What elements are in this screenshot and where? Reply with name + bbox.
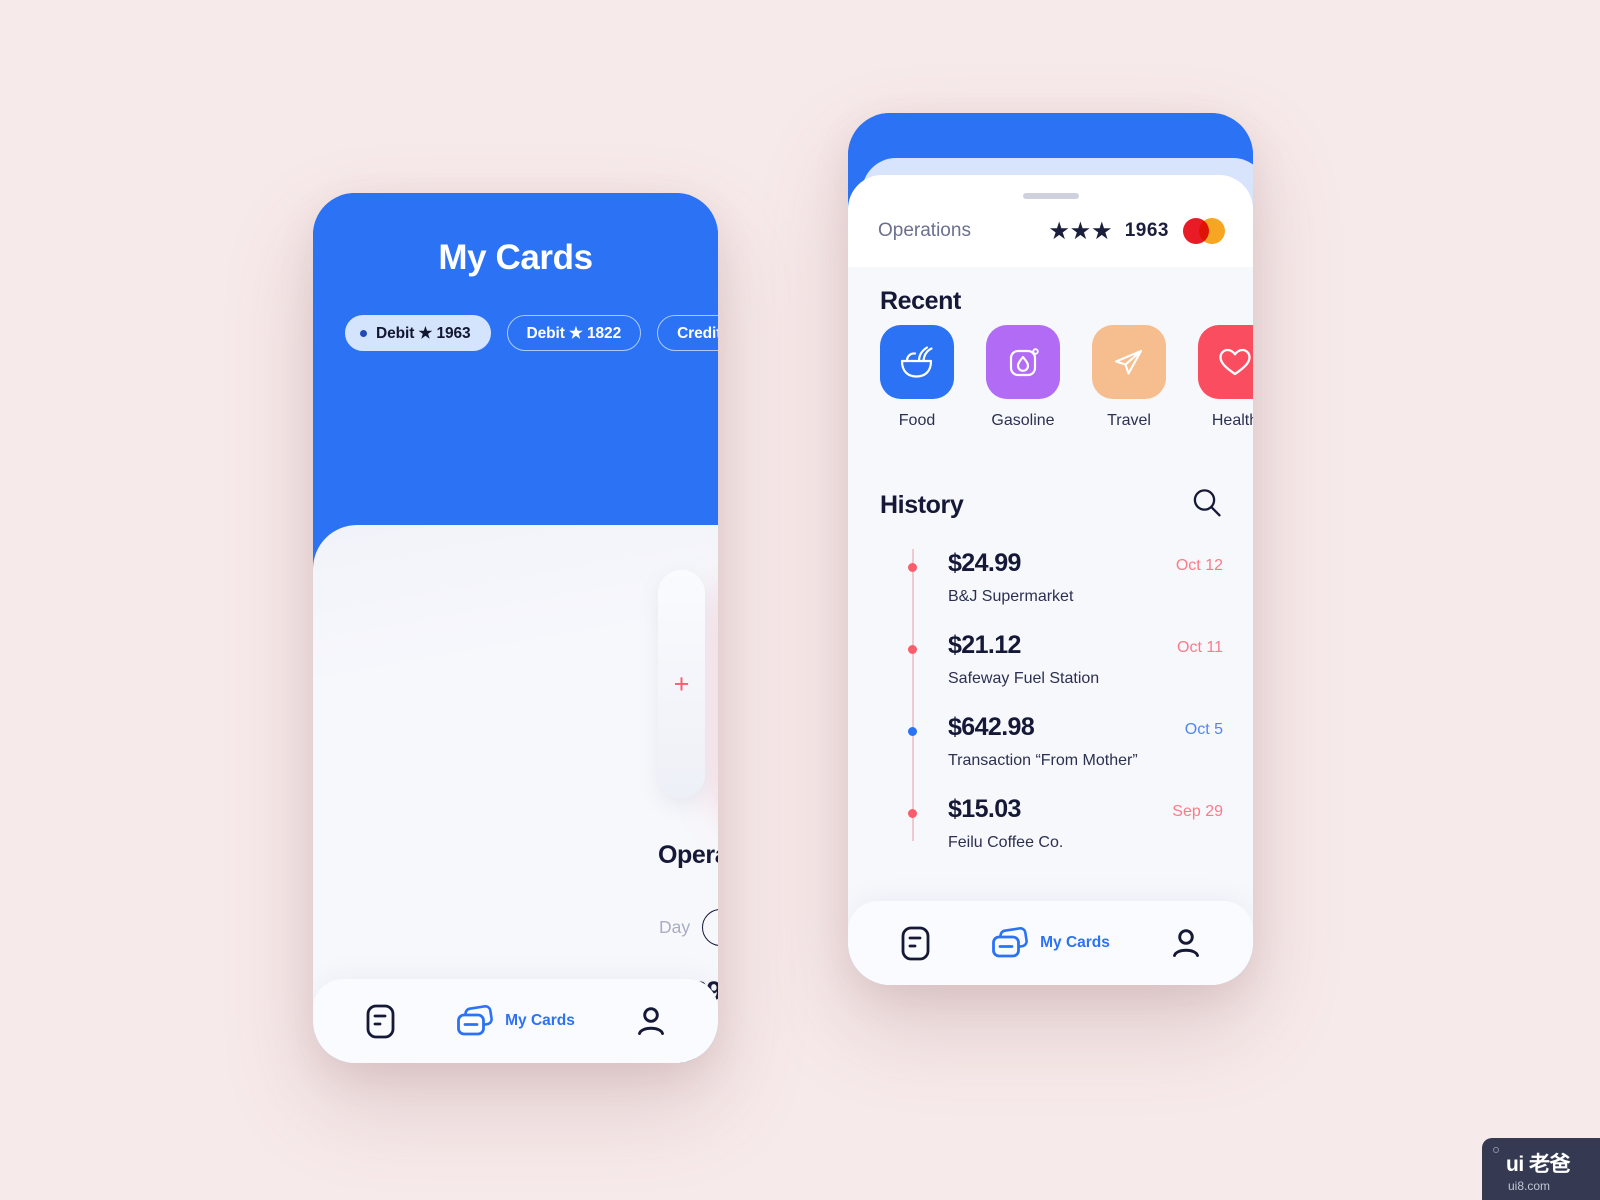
add-card-button[interactable]: + bbox=[658, 570, 705, 798]
card-tab-credit-2[interactable]: Credit ★ 2 bbox=[657, 315, 718, 351]
timeline-rail bbox=[912, 713, 914, 795]
category-gasoline[interactable]: Gasoline bbox=[986, 325, 1060, 430]
tab-my-cards-label: My Cards bbox=[505, 1012, 575, 1029]
category-label: Travel bbox=[1107, 412, 1151, 429]
timeline-rail bbox=[912, 795, 914, 841]
paper-plane-icon bbox=[1114, 349, 1143, 375]
history-title: History bbox=[880, 491, 964, 519]
card-tab-label: Debit ★ 1822 bbox=[526, 324, 622, 342]
operations-body: Recent Food Gasoline Travel Healt Histor… bbox=[848, 267, 1253, 985]
phone-screen-operations: Operations ★★★ 1963 Recent Food Gasoline… bbox=[848, 113, 1253, 985]
tab-statement[interactable] bbox=[313, 1003, 448, 1040]
category-tile bbox=[986, 325, 1060, 399]
category-travel[interactable]: Travel bbox=[1092, 325, 1166, 430]
history-row[interactable]: $15.03 Feilu Coffee Co. Sep 29 bbox=[880, 795, 1229, 877]
timeline-bullet-icon bbox=[908, 809, 917, 818]
plus-icon: + bbox=[673, 669, 690, 699]
transaction-date: Oct 5 bbox=[1184, 721, 1223, 738]
noodle-bowl-icon bbox=[900, 346, 933, 378]
tab-my-cards-label: My Cards bbox=[1040, 934, 1110, 951]
category-tile bbox=[1198, 325, 1253, 399]
operations-title: Operations bbox=[878, 220, 971, 241]
operations-header: Operations See Details bbox=[658, 841, 718, 870]
active-dot-icon bbox=[360, 329, 367, 337]
timeline-rail bbox=[912, 631, 914, 713]
period-day[interactable]: Day bbox=[655, 917, 694, 938]
tab-profile[interactable] bbox=[1118, 927, 1253, 960]
period-week[interactable]: Week bbox=[702, 909, 718, 946]
operations-sheet-header: Operations ★★★ 1963 bbox=[878, 209, 1225, 253]
watermark: ui 老爸 ui8.com bbox=[1482, 1138, 1600, 1200]
search-icon[interactable] bbox=[1191, 487, 1223, 524]
phone-screen-my-cards: My Cards Debit ★ 1963 Debit ★ 1822 Credi… bbox=[313, 193, 718, 1063]
fuel-can-icon bbox=[1009, 348, 1039, 377]
history-row[interactable]: $642.98 Transaction “From Mother” Oct 5 bbox=[880, 713, 1229, 795]
tab-my-cards[interactable]: My Cards bbox=[983, 926, 1118, 960]
transaction-merchant: Safeway Fuel Station bbox=[948, 670, 1100, 687]
cards-icon bbox=[457, 1004, 494, 1035]
watermark-url: ui8.com bbox=[1508, 1179, 1551, 1193]
cards-icon bbox=[992, 926, 1029, 957]
history-list: $24.99 B&J Supermarket Oct 12 $21.12 Safeway… bbox=[880, 549, 1229, 877]
transaction-date: Oct 11 bbox=[1177, 639, 1223, 656]
card-tab-label: Debit ★ 1963 bbox=[376, 324, 471, 342]
category-label: Food bbox=[898, 412, 936, 429]
card-number-last4: 1963 bbox=[1124, 220, 1169, 241]
timeline-bullet-icon bbox=[908, 645, 917, 654]
timeline-rail bbox=[912, 549, 914, 631]
history-header: History bbox=[880, 487, 1223, 524]
category-label: Gasoline bbox=[991, 412, 1055, 429]
card-tab-list: Debit ★ 1963 Debit ★ 1822 Credit ★ 2 bbox=[345, 315, 718, 351]
statement-icon bbox=[901, 926, 930, 960]
person-icon bbox=[1172, 928, 1199, 957]
timeline-bullet-icon bbox=[908, 727, 917, 736]
bottom-tab-bar: My Cards bbox=[313, 979, 718, 1063]
category-label: Health bbox=[1211, 412, 1253, 429]
heart-icon bbox=[1219, 348, 1251, 376]
person-icon bbox=[637, 1006, 664, 1035]
tab-my-cards[interactable]: My Cards bbox=[448, 1004, 583, 1038]
canvas: My Cards Debit ★ 1963 Debit ★ 1822 Credi… bbox=[0, 0, 1600, 1200]
card-tab-debit-1963[interactable]: Debit ★ 1963 bbox=[345, 315, 491, 351]
page-title: My Cards bbox=[438, 238, 593, 277]
transaction-merchant: B&J Supermarket bbox=[948, 588, 1074, 605]
mastercard-logo-icon bbox=[1183, 218, 1225, 244]
transaction-date: Sep 29 bbox=[1172, 803, 1223, 820]
history-row[interactable]: $21.12 Safeway Fuel Station Oct 11 bbox=[880, 631, 1229, 713]
watermark-title: ui 老爸 bbox=[1506, 1153, 1571, 1176]
card-number: ★★★ 1963 bbox=[1050, 219, 1169, 244]
card-tab-debit-1822[interactable]: Debit ★ 1822 bbox=[506, 315, 642, 351]
category-health[interactable]: Health bbox=[1198, 325, 1253, 430]
sheet-grabber[interactable] bbox=[1022, 193, 1079, 199]
transaction-date: Oct 12 bbox=[1175, 557, 1223, 574]
transaction-merchant: Feilu Coffee Co. bbox=[948, 834, 1064, 851]
bottom-tab-bar: My Cards bbox=[848, 901, 1253, 985]
watermark-dot-icon bbox=[1493, 1147, 1499, 1153]
tab-statement[interactable] bbox=[848, 925, 983, 962]
timeline-bullet-icon bbox=[908, 563, 917, 572]
statement-icon bbox=[366, 1004, 395, 1038]
category-food[interactable]: Food bbox=[880, 325, 954, 430]
tab-profile[interactable] bbox=[583, 1005, 718, 1038]
history-row[interactable]: $24.99 B&J Supermarket Oct 12 bbox=[880, 549, 1229, 631]
category-tile bbox=[880, 325, 954, 399]
recent-category-list: Food Gasoline Travel Healt bbox=[880, 325, 1253, 430]
card-tab-label: Credit ★ 2 bbox=[677, 324, 718, 342]
card-number-mask: ★★★ bbox=[1049, 219, 1114, 243]
recent-title: Recent bbox=[880, 287, 961, 315]
period-selector: Day Week Month Year bbox=[655, 909, 718, 946]
transaction-merchant: Transaction “From Mother” bbox=[948, 752, 1138, 769]
category-tile bbox=[1092, 325, 1166, 399]
operations-title: Operations bbox=[658, 841, 718, 869]
